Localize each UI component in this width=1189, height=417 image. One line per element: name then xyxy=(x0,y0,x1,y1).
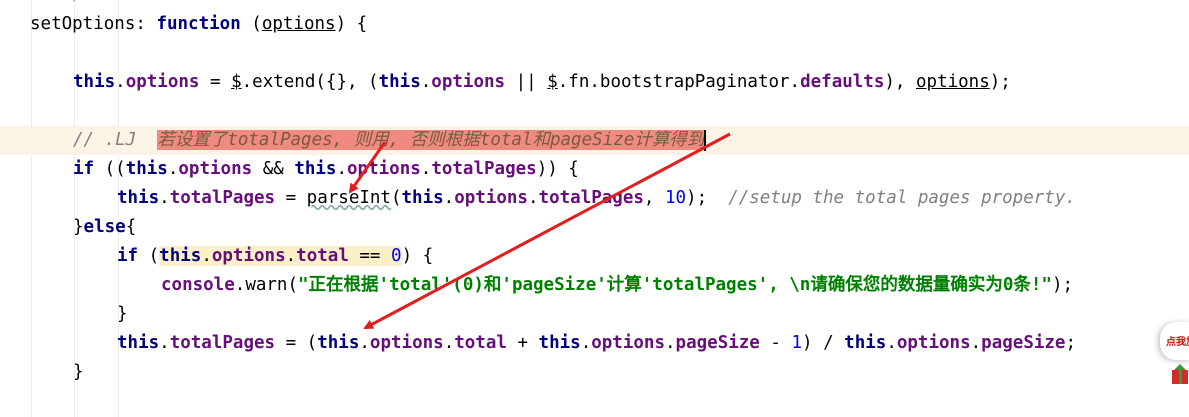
code-line-9[interactable]: } xyxy=(117,300,128,329)
code-line-7[interactable]: if (this.options.total == 0) { xyxy=(117,242,433,271)
code-line-11[interactable]: } xyxy=(73,358,84,387)
code-line-6[interactable]: }else{ xyxy=(73,213,136,242)
code-fragment: ) xyxy=(70,0,81,4)
gift-icon[interactable] xyxy=(1168,360,1189,390)
code-line-2[interactable]: this.options = $.extend({}, (this.option… xyxy=(73,68,1011,97)
code-line-4[interactable]: if ((this.options && this.options.totalP… xyxy=(73,155,579,184)
code-line-1[interactable]: setOptions: function (options) { xyxy=(30,10,367,39)
code-line-10[interactable]: this.totalPages = (this.options.total + … xyxy=(117,329,1076,358)
indent-guide xyxy=(31,0,32,417)
selected-text[interactable]: 若设置了totalPages, 则用, 否则根据total和pageSize计算… xyxy=(157,130,705,150)
code-line-3[interactable]: // .LJ 若设置了totalPages, 则用, 否则根据total和pag… xyxy=(73,126,707,155)
indent-guide xyxy=(74,0,75,417)
code-line-5[interactable]: this.totalPages = parseInt(this.options.… xyxy=(117,184,1076,213)
floating-badge[interactable]: 点我加 xyxy=(1160,322,1189,360)
text-caret xyxy=(704,129,707,151)
code-line-8[interactable]: console.warn("正在根据'total'(0)和'pageSize'计… xyxy=(161,271,1073,300)
code-editor[interactable]: ) setOptions: function (options) { this.… xyxy=(0,0,1189,417)
